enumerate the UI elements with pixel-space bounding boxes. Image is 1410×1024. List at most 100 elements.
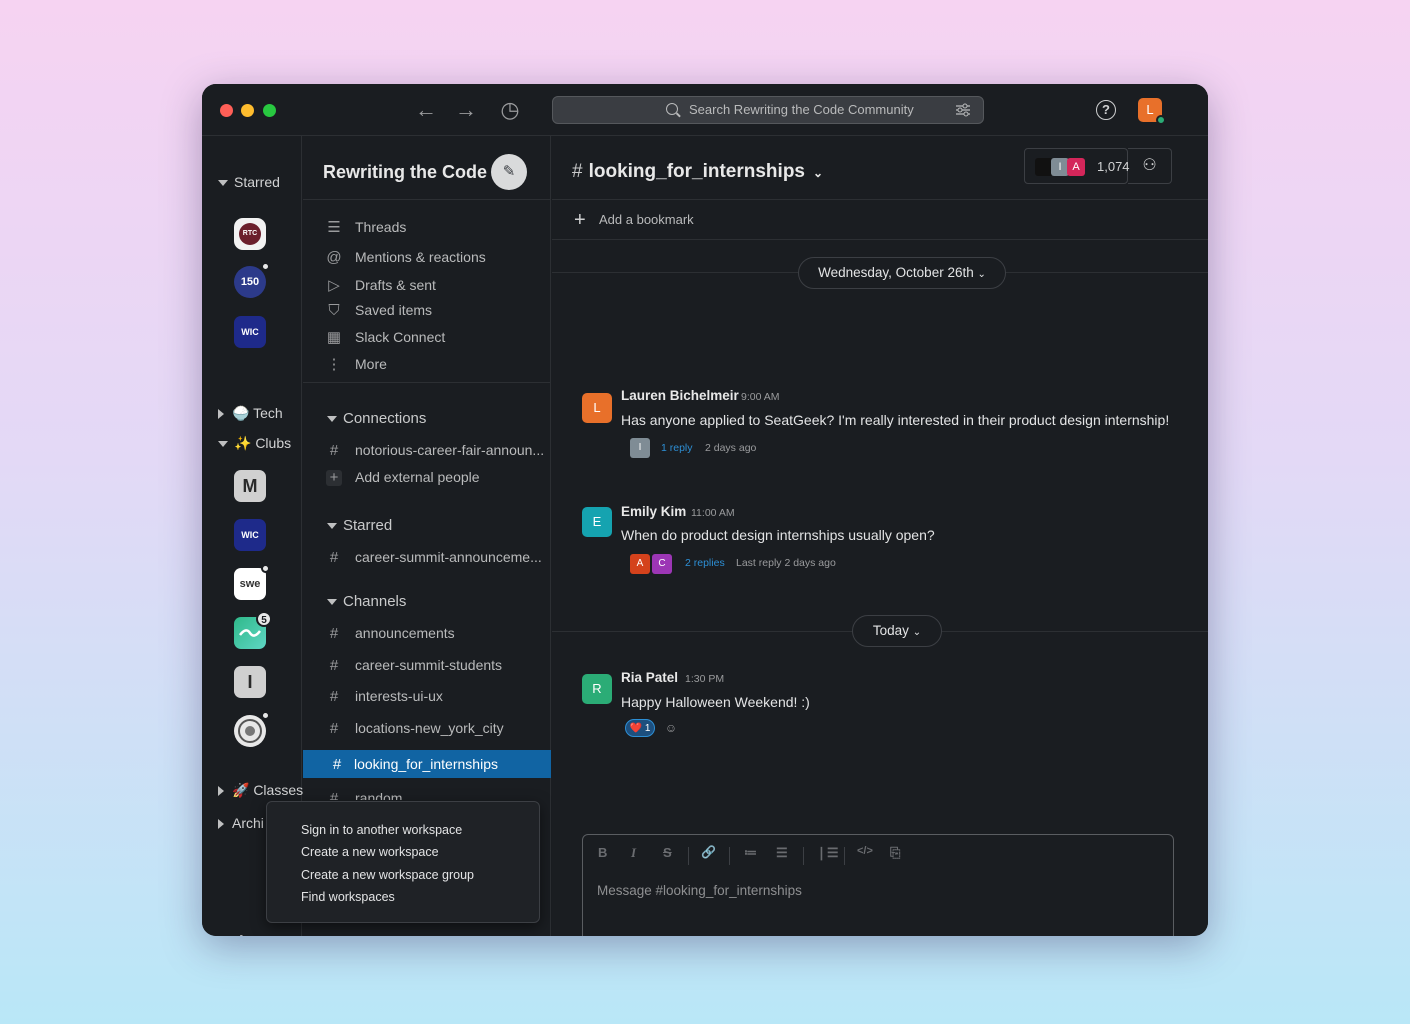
add-user-icon[interactable]: ⚇: [1128, 148, 1172, 184]
reply-count-link[interactable]: 2 replies: [685, 557, 725, 569]
menu-item-find-workspaces[interactable]: Find workspaces: [301, 890, 395, 904]
more-vertical-icon: ⋮: [326, 356, 342, 373]
message-text: Has anyone applied to SeatGeek? I'm real…: [621, 412, 1170, 428]
rail-classes-toggle[interactable]: 🚀 Classes: [218, 782, 303, 799]
day-divider-pill[interactable]: Wednesday, October 26th ⌄: [798, 257, 1006, 289]
menu-item-create-workspace[interactable]: Create a new workspace: [301, 845, 439, 859]
channel-name: looking_for_internships: [588, 161, 805, 182]
rail-starred-toggle[interactable]: Starred: [218, 174, 280, 190]
sidebar-item-notorious-career-fair[interactable]: # notorious-career-fair-announ...: [323, 438, 551, 462]
sidebar-item-threads[interactable]: ☰ Threads: [323, 215, 551, 239]
add-external-label: Add external people: [355, 469, 480, 485]
sidebar-item-interests-ui-ux[interactable]: # interests-ui-ux: [323, 684, 551, 708]
workspace-wic-club[interactable]: WIC: [234, 519, 266, 551]
rail-starred-label: Starred: [234, 174, 280, 190]
heart-reaction[interactable]: ❤️ 1: [625, 719, 655, 737]
channel-label: looking_for_internships: [354, 756, 498, 772]
starred-label: Starred: [343, 517, 393, 534]
caret-down-icon: [327, 523, 337, 530]
emblem-logo-icon: [238, 719, 262, 743]
avatar[interactable]: E: [582, 507, 612, 537]
add-workspace-icon[interactable]: +: [232, 927, 251, 936]
channel-header: # looking_for_internships ⌄ I A 1,074 ⚇: [552, 136, 1208, 200]
blockquote-icon[interactable]: ❘☰: [816, 845, 839, 861]
filter-sliders-icon[interactable]: [955, 103, 971, 117]
workspace-wic[interactable]: WIC: [234, 316, 266, 348]
add-external-people[interactable]: + Add external people: [323, 465, 551, 489]
connections-section-toggle[interactable]: Connections: [327, 409, 426, 429]
message-composer[interactable]: B I S 🔗 ≔ ☰ ❘☰ </> ⎘ Message #looking_fo…: [582, 834, 1174, 936]
reply-meta: 2 days ago: [705, 442, 757, 454]
strikethrough-icon[interactable]: S: [663, 845, 672, 860]
workspace-m[interactable]: M: [234, 470, 266, 502]
add-reaction-icon[interactable]: ☺: [661, 719, 681, 737]
menu-item-sign-in[interactable]: Sign in to another workspace: [301, 823, 462, 837]
code-block-icon[interactable]: ⎘: [890, 845, 900, 861]
compose-icon[interactable]: ✎: [491, 154, 527, 190]
bullet-list-icon[interactable]: ☰: [776, 845, 788, 861]
workspace-rtc[interactable]: RTC: [234, 218, 266, 250]
chevron-down-icon: ⌄: [977, 269, 986, 280]
sidebar-item-locations-nyc[interactable]: # locations-new_york_city: [323, 716, 551, 740]
search-bar[interactable]: Search Rewriting the Code Community: [552, 96, 984, 124]
toolbar-divider: [688, 847, 689, 865]
hash-icon: #: [329, 657, 339, 674]
reply-count-link[interactable]: 1 reply: [661, 442, 693, 454]
ordered-list-icon[interactable]: ≔: [744, 845, 757, 861]
workspace-wave[interactable]: 5: [234, 611, 272, 649]
toolbar-divider: [803, 847, 804, 865]
chevron-down-icon: ⌄: [912, 627, 922, 638]
close-window-button[interactable]: [220, 104, 233, 117]
sidebar-item-random[interactable]: # random: [323, 786, 551, 800]
sidebar-item-label: More: [355, 356, 387, 372]
history-icon[interactable]: ◷: [497, 97, 523, 123]
bold-icon[interactable]: B: [598, 845, 607, 860]
sidebar-item-more[interactable]: ⋮ More: [323, 352, 551, 376]
sidebar-item-looking-for-internships[interactable]: # looking_for_internships: [303, 750, 551, 778]
maximize-window-button[interactable]: [263, 104, 276, 117]
back-arrow-icon[interactable]: ←: [413, 97, 439, 123]
forward-arrow-icon[interactable]: →: [453, 97, 479, 123]
italic-icon[interactable]: I: [631, 845, 636, 861]
channels-label: Channels: [343, 593, 407, 610]
workspace-title[interactable]: Rewriting the Code: [323, 162, 487, 183]
link-icon[interactable]: 🔗: [701, 845, 716, 859]
profile-avatar[interactable]: L: [1138, 98, 1166, 125]
message-author[interactable]: Emily Kim: [621, 504, 686, 519]
rail-clubs-toggle[interactable]: ✨ Clubs: [218, 435, 291, 452]
sidebar-item-career-summit-students[interactable]: # career-summit-students: [323, 653, 551, 677]
avatar[interactable]: R: [582, 674, 612, 704]
message-input-placeholder[interactable]: Message #looking_for_internships: [597, 883, 802, 898]
message-author[interactable]: Lauren Bichelmeir: [621, 388, 739, 403]
workspace-swe[interactable]: swe: [234, 564, 270, 600]
workspace-i[interactable]: I: [234, 666, 266, 698]
rail-tech-toggle[interactable]: 🍚 Tech: [218, 405, 283, 422]
code-icon[interactable]: </>: [857, 845, 873, 857]
message-timestamp[interactable]: 9:00 AM: [741, 391, 780, 403]
message-author[interactable]: Ria Patel: [621, 670, 678, 685]
sidebar-item-mentions[interactable]: @ Mentions & reactions: [323, 245, 551, 269]
starred-section-toggle[interactable]: Starred: [327, 516, 392, 536]
message-timestamp[interactable]: 1:30 PM: [685, 673, 724, 685]
sidebar-item-slack-connect[interactable]: ▦ Slack Connect: [323, 325, 551, 349]
sidebar-item-saved[interactable]: ⛉ Saved items: [323, 298, 551, 322]
workspace-emblem[interactable]: [234, 711, 270, 747]
message-timestamp[interactable]: 11:00 AM: [691, 507, 735, 519]
channel-title[interactable]: # looking_for_internships ⌄: [572, 161, 823, 183]
rail-archive-toggle[interactable]: Archi: [218, 815, 264, 831]
bookmark-bar[interactable]: + Add a bookmark: [552, 200, 1208, 240]
sidebar-item-career-summit-announcements[interactable]: # career-summit-announceme...: [323, 545, 551, 569]
minimize-window-button[interactable]: [241, 104, 254, 117]
menu-item-create-group[interactable]: Create a new workspace group: [301, 868, 474, 882]
sidebar-item-announcements[interactable]: # announcements: [323, 621, 551, 645]
channels-section-toggle[interactable]: Channels: [327, 592, 406, 612]
avatar[interactable]: L: [582, 393, 612, 423]
members-button[interactable]: I A 1,074: [1024, 148, 1130, 184]
connections-label: Connections: [343, 410, 427, 427]
caret-right-icon: [218, 409, 224, 420]
member-avatar: A: [1067, 158, 1085, 176]
help-icon[interactable]: ?: [1096, 100, 1116, 120]
sidebar-item-drafts[interactable]: ▷ Drafts & sent: [323, 273, 551, 297]
workspace-150[interactable]: 150: [234, 262, 270, 298]
day-divider-pill[interactable]: Today ⌄: [852, 615, 942, 647]
